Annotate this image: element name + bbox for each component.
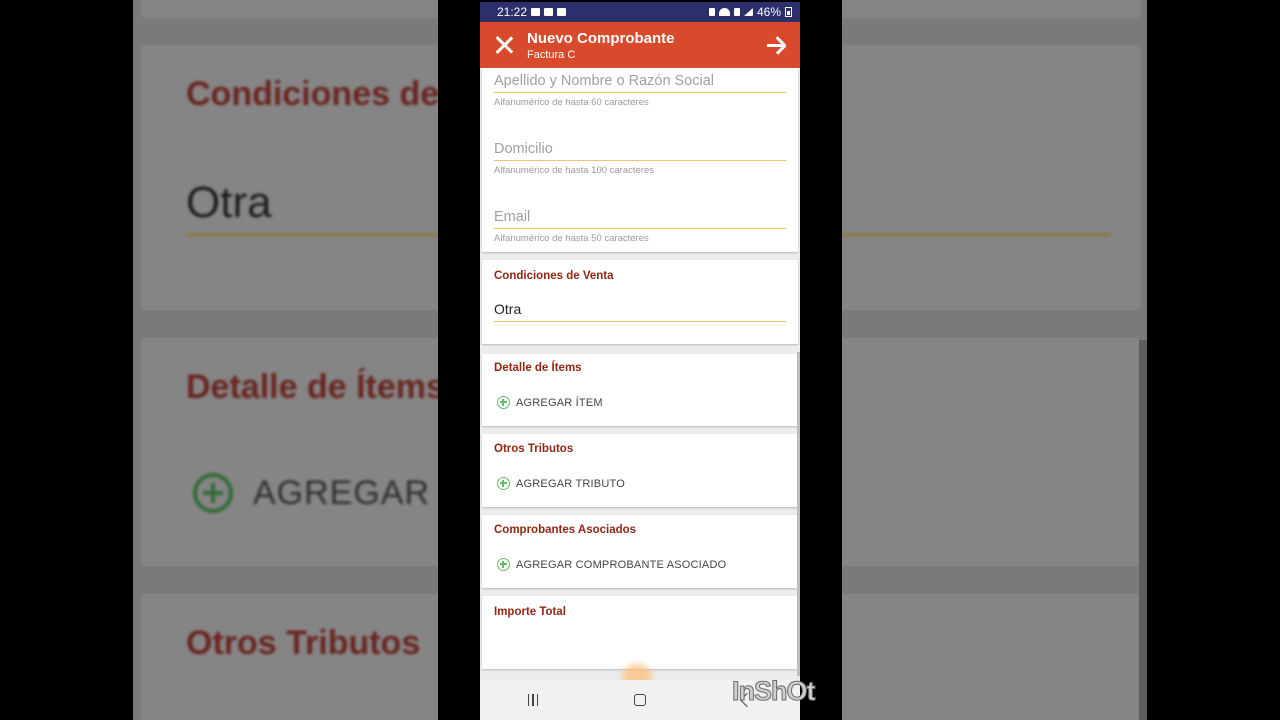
page-title: Nuevo Comprobante	[527, 29, 675, 47]
battery-percent: 46%	[756, 5, 781, 19]
status-bar: 21:22 46%	[480, 2, 800, 22]
section-title: Comprobantes Asociados	[494, 524, 637, 536]
add-associated-label: AGREGAR COMPROBANTE ASOCIADO	[516, 558, 727, 571]
section-title: Otros Tributos	[494, 443, 574, 455]
close-icon[interactable]	[494, 35, 514, 55]
volte-icon	[733, 8, 740, 16]
add-circle-icon	[497, 396, 510, 409]
total-card: Importe Total	[482, 596, 798, 669]
home-icon[interactable]	[634, 694, 647, 706]
wifi-icon	[718, 8, 730, 16]
arrow-right-icon[interactable]	[766, 35, 788, 55]
bg-title-items: Detalle de Ítems	[186, 368, 445, 406]
add-circle-icon	[497, 477, 510, 490]
alarm-icon	[708, 8, 715, 16]
address-help: Alfanumérico de hasta 100 caracteres	[494, 165, 655, 176]
add-item-button[interactable]: AGREGAR ÍTEM	[497, 396, 603, 409]
bg-title-conditions: Condiciones de	[186, 75, 440, 113]
associated-card: Comprobantes Asociados AGREGAR COMPROBAN…	[482, 515, 798, 588]
name-field[interactable]: Apellido y Nombre o Razón Social Alfanum…	[494, 73, 786, 108]
shopping-bag-icon	[544, 8, 554, 16]
address-input[interactable]: Domicilio	[494, 141, 786, 161]
name-input[interactable]: Apellido y Nombre o Razón Social	[494, 73, 786, 93]
add-associated-button[interactable]: AGREGAR COMPROBANTE ASOCIADO	[497, 558, 726, 571]
phone-screen: 21:22 46% Nuevo Comprobante Factura C Ap…	[480, 2, 800, 720]
add-tax-button[interactable]: AGREGAR TRIBUTO	[497, 477, 625, 490]
bg-scrollbar	[1139, 340, 1147, 720]
bg-add-label: AGREGAR Í	[253, 473, 451, 512]
form-content: Apellido y Nombre o Razón Social Alfanum…	[480, 68, 800, 676]
name-help: Alfanumérico de hasta 60 caracteres	[494, 97, 649, 108]
video-call-icon	[531, 8, 541, 16]
email-field[interactable]: Email Alfanumérico de hasta 50 caractere…	[494, 209, 786, 244]
client-card: Apellido y Nombre o Razón Social Alfanum…	[482, 68, 798, 252]
add-tax-label: AGREGAR TRIBUTO	[516, 477, 625, 490]
battery-icon	[785, 7, 792, 17]
items-card: Detalle de Ítems AGREGAR ÍTEM	[482, 354, 798, 426]
status-time: 21:22	[497, 5, 528, 19]
scrollbar[interactable]	[797, 352, 800, 676]
section-title: Detalle de Ítems	[494, 362, 582, 374]
section-title: Importe Total	[494, 606, 566, 618]
add-circle-icon	[193, 473, 233, 513]
sale-conditions-card: Condiciones de Venta Otra	[482, 260, 798, 344]
bg-title-taxes: Otros Tributos	[186, 624, 421, 662]
bg-value: Otra	[186, 178, 272, 227]
email-help: Alfanumérico de hasta 50 caracteres	[494, 233, 649, 244]
address-field[interactable]: Domicilio Alfanumérico de hasta 100 cara…	[494, 141, 786, 176]
section-title: Condiciones de Venta	[494, 270, 614, 282]
sale-conditions-select[interactable]: Otra	[494, 301, 786, 322]
bg-add-row: AGREGAR Í	[193, 473, 451, 513]
recent-apps-icon[interactable]	[527, 694, 539, 706]
image-icon	[557, 8, 567, 16]
app-bar: Nuevo Comprobante Factura C	[480, 22, 800, 68]
add-item-label: AGREGAR ÍTEM	[516, 396, 603, 409]
signal-icon	[743, 8, 753, 16]
phone-frame: 21:22 46% Nuevo Comprobante Factura C Ap…	[438, 0, 842, 720]
add-circle-icon	[497, 558, 510, 571]
other-taxes-card: Otros Tributos AGREGAR TRIBUTO	[482, 434, 798, 507]
inshot-watermark: InShOt	[732, 676, 816, 707]
video-frame: Condiciones de Otra Detalle de Ítems AGR…	[0, 0, 1280, 720]
email-input[interactable]: Email	[494, 209, 786, 229]
page-subtitle: Factura C	[527, 48, 576, 61]
